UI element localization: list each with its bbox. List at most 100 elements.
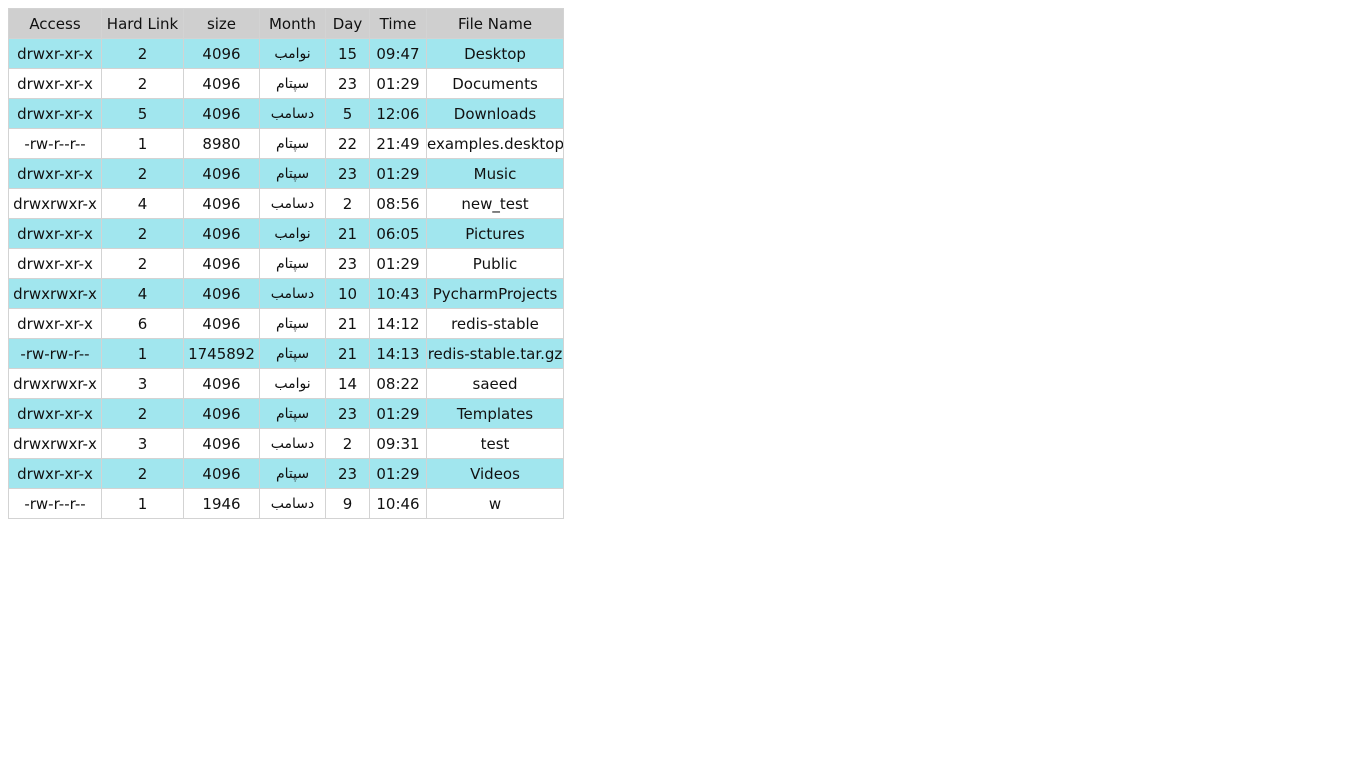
cell-size: 4096 bbox=[184, 459, 259, 488]
cell-month: سپتام bbox=[260, 309, 325, 338]
table-row: drwxr-xr-x 2 4096 سپتام 23 01:29 Videos bbox=[9, 459, 563, 488]
cell-file-name: Desktop bbox=[427, 39, 563, 68]
cell-access: -rw-r--r-- bbox=[9, 489, 101, 518]
cell-day: 22 bbox=[326, 129, 369, 158]
table-row: drwxr-xr-x 2 4096 نوامب 21 06:05 Pictures bbox=[9, 219, 563, 248]
cell-size: 4096 bbox=[184, 69, 259, 98]
cell-day: 2 bbox=[326, 189, 369, 218]
cell-access: drwxr-xr-x bbox=[9, 39, 101, 68]
cell-hard-link: 3 bbox=[102, 369, 183, 398]
cell-access: drwxr-xr-x bbox=[9, 219, 101, 248]
cell-time: 08:56 bbox=[370, 189, 426, 218]
column-header-access: Access bbox=[9, 9, 101, 38]
file-listing-table: Access Hard Link size Month Day Time Fil… bbox=[8, 8, 564, 519]
cell-hard-link: 2 bbox=[102, 219, 183, 248]
cell-month: سپتام bbox=[260, 159, 325, 188]
cell-file-name: Videos bbox=[427, 459, 563, 488]
cell-access: drwxr-xr-x bbox=[9, 459, 101, 488]
cell-month: سپتام bbox=[260, 339, 325, 368]
cell-time: 08:22 bbox=[370, 369, 426, 398]
cell-access: drwxr-xr-x bbox=[9, 309, 101, 338]
table-row: drwxr-xr-x 2 4096 سپتام 23 01:29 Public bbox=[9, 249, 563, 278]
cell-hard-link: 1 bbox=[102, 489, 183, 518]
table-row: drwxr-xr-x 2 4096 سپتام 23 01:29 Music bbox=[9, 159, 563, 188]
cell-hard-link: 4 bbox=[102, 189, 183, 218]
cell-size: 4096 bbox=[184, 429, 259, 458]
cell-hard-link: 1 bbox=[102, 129, 183, 158]
cell-size: 4096 bbox=[184, 99, 259, 128]
cell-month: دسامب bbox=[260, 279, 325, 308]
cell-time: 06:05 bbox=[370, 219, 426, 248]
cell-day: 21 bbox=[326, 219, 369, 248]
cell-access: -rw-rw-r-- bbox=[9, 339, 101, 368]
cell-access: drwxr-xr-x bbox=[9, 249, 101, 278]
cell-access: drwxr-xr-x bbox=[9, 99, 101, 128]
cell-day: 15 bbox=[326, 39, 369, 68]
cell-time: 10:43 bbox=[370, 279, 426, 308]
column-header-month: Month bbox=[260, 9, 325, 38]
table-row: drwxrwxr-x 4 4096 دسامب 10 10:43 PycharmProjec… bbox=[9, 279, 563, 308]
cell-day: 23 bbox=[326, 459, 369, 488]
cell-hard-link: 5 bbox=[102, 99, 183, 128]
cell-month: دسامب bbox=[260, 189, 325, 218]
cell-file-name: new_test bbox=[427, 189, 563, 218]
cell-file-name: Pictures bbox=[427, 219, 563, 248]
cell-month: دسامب bbox=[260, 99, 325, 128]
cell-size: 4096 bbox=[184, 219, 259, 248]
cell-access: -rw-r--r-- bbox=[9, 129, 101, 158]
table-row: drwxr-xr-x 2 4096 نوامب 15 09:47 Desktop bbox=[9, 39, 563, 68]
cell-size: 4096 bbox=[184, 189, 259, 218]
cell-access: drwxrwxr-x bbox=[9, 279, 101, 308]
cell-file-name: Templates bbox=[427, 399, 563, 428]
cell-time: 09:31 bbox=[370, 429, 426, 458]
cell-day: 21 bbox=[326, 339, 369, 368]
cell-time: 10:46 bbox=[370, 489, 426, 518]
cell-hard-link: 3 bbox=[102, 429, 183, 458]
cell-size: 4096 bbox=[184, 309, 259, 338]
cell-month: دسامب bbox=[260, 429, 325, 458]
cell-file-name: examples.desktop bbox=[427, 129, 563, 158]
cell-file-name: w bbox=[427, 489, 563, 518]
cell-access: drwxr-xr-x bbox=[9, 159, 101, 188]
cell-month: سپتام bbox=[260, 459, 325, 488]
cell-hard-link: 2 bbox=[102, 459, 183, 488]
column-header-file-name: File Name bbox=[427, 9, 563, 38]
cell-size: 1745892 bbox=[184, 339, 259, 368]
cell-hard-link: 2 bbox=[102, 249, 183, 278]
cell-access: drwxrwxr-x bbox=[9, 369, 101, 398]
cell-hard-link: 2 bbox=[102, 39, 183, 68]
cell-size: 4096 bbox=[184, 399, 259, 428]
header-row: Access Hard Link size Month Day Time Fil… bbox=[9, 9, 563, 38]
cell-month: نوامب bbox=[260, 39, 325, 68]
cell-size: 4096 bbox=[184, 39, 259, 68]
cell-size: 8980 bbox=[184, 129, 259, 158]
cell-month: سپتام bbox=[260, 129, 325, 158]
table-row: drwxrwxr-x 3 4096 دسامب 2 09:31 test bbox=[9, 429, 563, 458]
cell-size: 4096 bbox=[184, 369, 259, 398]
cell-time: 01:29 bbox=[370, 159, 426, 188]
cell-day: 9 bbox=[326, 489, 369, 518]
cell-day: 23 bbox=[326, 69, 369, 98]
cell-time: 01:29 bbox=[370, 249, 426, 278]
cell-access: drwxr-xr-x bbox=[9, 399, 101, 428]
column-header-size: size bbox=[184, 9, 259, 38]
cell-size: 4096 bbox=[184, 159, 259, 188]
cell-file-name: redis-stable bbox=[427, 309, 563, 338]
table-row: -rw-r--r-- 1 1946 دسامب 9 10:46 w bbox=[9, 489, 563, 518]
column-header-time: Time bbox=[370, 9, 426, 38]
cell-month: نوامب bbox=[260, 219, 325, 248]
table-row: -rw-rw-r-- 1 1745892 سپتام 21 14:13 redis-stab… bbox=[9, 339, 563, 368]
cell-time: 12:06 bbox=[370, 99, 426, 128]
cell-file-name: Downloads bbox=[427, 99, 563, 128]
cell-day: 21 bbox=[326, 309, 369, 338]
file-listing-body: drwxr-xr-x 2 4096 نوامب 15 09:47 Desktop drwxr-… bbox=[9, 39, 563, 518]
cell-month: دسامب bbox=[260, 489, 325, 518]
cell-month: سپتام bbox=[260, 69, 325, 98]
cell-size: 1946 bbox=[184, 489, 259, 518]
cell-time: 09:47 bbox=[370, 39, 426, 68]
cell-hard-link: 2 bbox=[102, 69, 183, 98]
cell-access: drwxr-xr-x bbox=[9, 69, 101, 98]
cell-time: 14:13 bbox=[370, 339, 426, 368]
cell-month: سپتام bbox=[260, 249, 325, 278]
cell-time: 01:29 bbox=[370, 459, 426, 488]
